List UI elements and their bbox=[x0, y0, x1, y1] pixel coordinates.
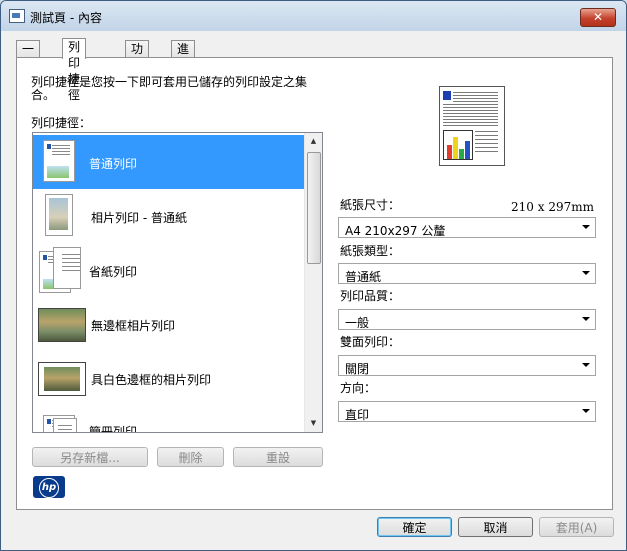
close-button[interactable]: ✕ bbox=[580, 8, 616, 27]
white-border-photo-icon bbox=[39, 355, 85, 399]
borderless-photo-icon bbox=[39, 301, 85, 345]
tab-features[interactable]: 功能 bbox=[125, 40, 150, 72]
paper-size-select[interactable]: A4 210x297 公釐 bbox=[338, 217, 596, 238]
chevron-down-icon bbox=[582, 317, 590, 321]
list-item-label: 省紙列印 bbox=[89, 265, 138, 279]
list-item[interactable]: 簡冊列印 bbox=[33, 405, 305, 433]
plain-print-icon bbox=[39, 139, 79, 183]
cancel-button[interactable]: 取消 bbox=[458, 517, 533, 537]
list-item[interactable]: 相片列印 - 普通紙 bbox=[33, 189, 305, 243]
print-quality-value: 一般 bbox=[345, 316, 370, 330]
shortcuts-list-label: 列印捷徑： bbox=[31, 116, 92, 130]
scroll-up-icon[interactable]: ▲ bbox=[305, 133, 322, 150]
orientation-select[interactable]: 直印 bbox=[338, 401, 596, 422]
printer-app-icon bbox=[9, 9, 25, 23]
list-item[interactable]: 省紙列印 bbox=[33, 243, 305, 297]
window-title: 測試頁 - 內容 bbox=[30, 11, 102, 25]
scrollbar-thumb[interactable] bbox=[307, 152, 321, 264]
chevron-down-icon bbox=[582, 271, 590, 275]
tab-advanced[interactable]: 進階 bbox=[171, 40, 196, 72]
photo-plain-paper-icon bbox=[39, 193, 79, 237]
paper-type-select[interactable]: 普通紙 bbox=[338, 263, 596, 284]
duplex-value: 關閉 bbox=[345, 362, 370, 376]
preview-text-block bbox=[443, 91, 451, 100]
hp-logo-text: hp bbox=[39, 478, 59, 498]
ok-button[interactable]: 確定 bbox=[377, 517, 452, 537]
delete-button[interactable]: 刪除 bbox=[157, 447, 224, 467]
tab-panel: 列印捷徑是您按一下即可套用已儲存的列印設定之集合。 列印捷徑： 普通列印 相片列… bbox=[16, 57, 613, 510]
paper-type-value: 普通紙 bbox=[345, 270, 382, 284]
list-item[interactable]: 普通列印 bbox=[33, 135, 305, 189]
orientation-label: 方向： bbox=[340, 381, 377, 395]
list-item-label: 相片列印 - 普通紙 bbox=[91, 211, 187, 225]
title-bar: 測試頁 - 內容 ✕ bbox=[1, 1, 626, 31]
list-item-label: 簡冊列印 bbox=[89, 425, 138, 433]
chevron-down-icon bbox=[582, 409, 590, 413]
list-item[interactable]: 無邊框相片列印 bbox=[33, 297, 305, 351]
shortcuts-list[interactable]: 普通列印 相片列印 - 普通紙 省紙列印 無邊框相片列印 具白色邊框的相片列印 … bbox=[32, 132, 323, 433]
reset-button[interactable]: 重設 bbox=[233, 447, 323, 467]
list-item-label: 具白色邊框的相片列印 bbox=[91, 373, 212, 387]
tab-print-shortcuts[interactable]: 列印捷徑 bbox=[62, 38, 87, 102]
apply-button[interactable]: 套用(A) bbox=[539, 517, 614, 537]
hp-logo: hp bbox=[33, 476, 65, 498]
paper-size-value: A4 210x297 公釐 bbox=[345, 224, 446, 238]
list-item-label: 無邊框相片列印 bbox=[91, 319, 176, 333]
chevron-down-icon bbox=[582, 225, 590, 229]
print-quality-label: 列印品質： bbox=[340, 289, 401, 303]
list-scrollbar[interactable]: ▲ ▼ bbox=[304, 133, 322, 432]
scroll-down-icon[interactable]: ▼ bbox=[305, 415, 322, 432]
booklet-print-icon bbox=[39, 409, 79, 432]
page-preview bbox=[439, 86, 505, 166]
chevron-down-icon bbox=[582, 363, 590, 367]
dialog-window: 測試頁 - 內容 ✕ 一般 列印捷徑 功能 進階 列印捷徑是您按一下即可套用已儲… bbox=[0, 0, 627, 551]
print-quality-select[interactable]: 一般 bbox=[338, 309, 596, 330]
orientation-value: 直印 bbox=[345, 408, 370, 422]
paper-size-dimensions: 210 x 297mm bbox=[511, 200, 594, 214]
list-item[interactable]: 具白色邊框的相片列印 bbox=[33, 351, 305, 405]
paper-type-label: 紙張類型： bbox=[340, 244, 401, 258]
preview-chart-icon bbox=[443, 130, 473, 160]
tab-general[interactable]: 一般 bbox=[16, 40, 41, 72]
duplex-label: 雙面列印： bbox=[340, 335, 401, 349]
duplex-select[interactable]: 關閉 bbox=[338, 355, 596, 376]
paper-size-label: 紙張尺寸： bbox=[340, 198, 401, 212]
save-as-button[interactable]: 另存新檔... bbox=[32, 447, 148, 467]
list-item-label: 普通列印 bbox=[89, 157, 138, 171]
economode-print-icon bbox=[39, 247, 81, 293]
